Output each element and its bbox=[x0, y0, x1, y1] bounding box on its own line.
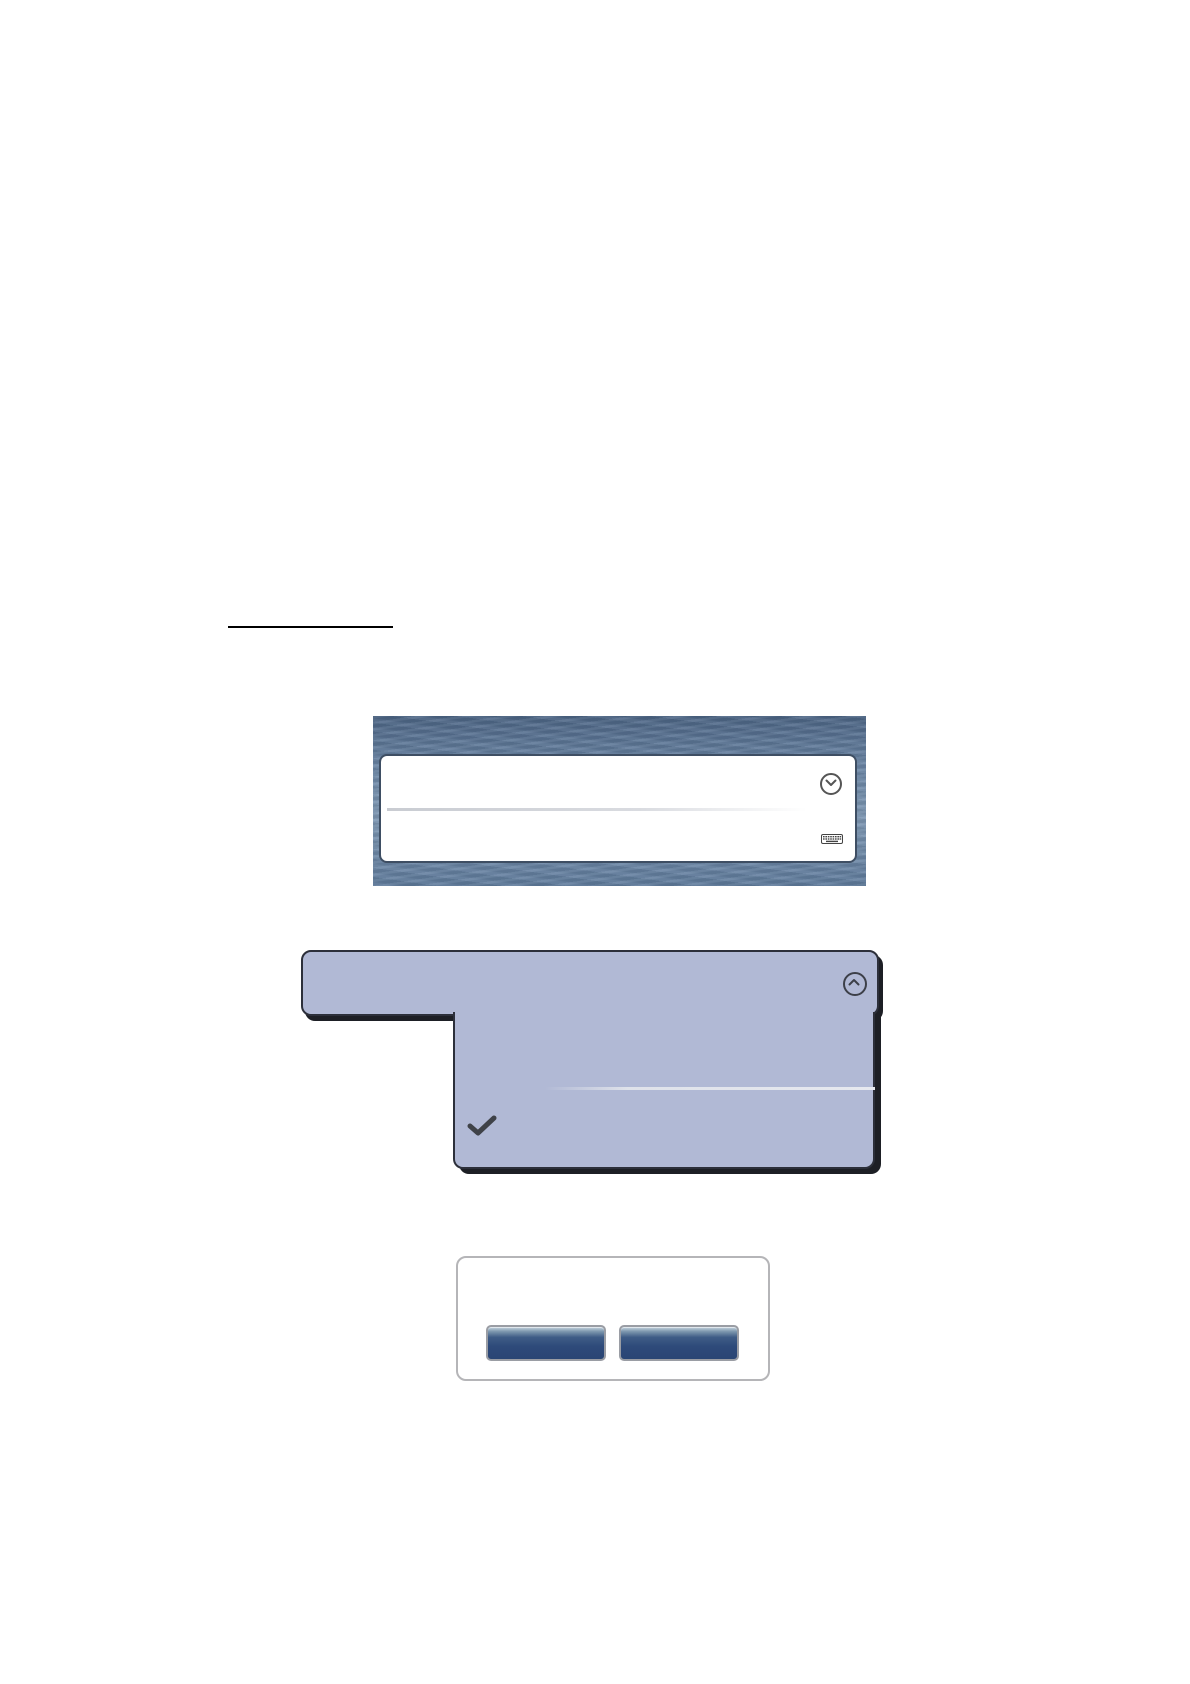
dialog-button-left[interactable] bbox=[486, 1325, 606, 1361]
dropdown-options bbox=[453, 1012, 875, 1169]
checkmark-icon bbox=[467, 1115, 497, 1136]
option-divider bbox=[545, 1087, 875, 1090]
heading-underline bbox=[228, 626, 393, 628]
dropdown-option-selected[interactable] bbox=[455, 1092, 873, 1160]
dropdown-option[interactable] bbox=[455, 1020, 875, 1090]
dropdown-header[interactable] bbox=[301, 950, 879, 1016]
chevron-down-icon[interactable] bbox=[820, 773, 842, 795]
list-item-text-entry[interactable] bbox=[381, 808, 855, 860]
dialog-button-right[interactable] bbox=[619, 1325, 739, 1361]
keyboard-icon[interactable] bbox=[821, 834, 843, 844]
chevron-up-icon[interactable] bbox=[843, 972, 867, 996]
confirm-dialog bbox=[456, 1256, 770, 1381]
list-item-dropdown[interactable] bbox=[381, 756, 855, 808]
settings-list bbox=[379, 754, 857, 863]
sea-background-panel bbox=[373, 716, 866, 886]
